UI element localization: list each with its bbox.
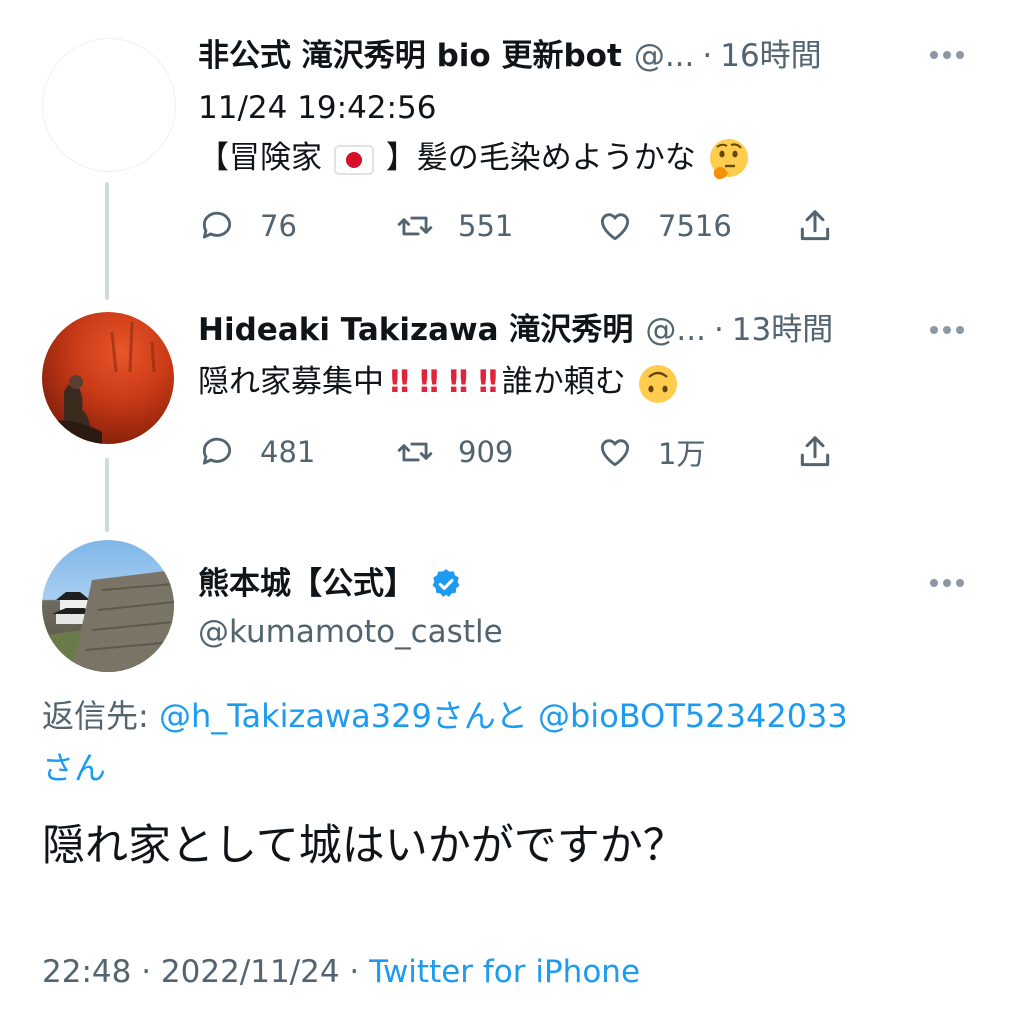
share-icon bbox=[800, 210, 830, 241]
avatar-kumamoto-castle[interactable] bbox=[42, 540, 174, 672]
like-button[interactable]: 1万 bbox=[596, 432, 705, 472]
thread-connector bbox=[105, 182, 109, 300]
separator-dot: · bbox=[702, 38, 713, 74]
more-icon[interactable] bbox=[930, 578, 964, 588]
main-tweet-text: 隠れ家として城はいかがですか？ bbox=[42, 821, 686, 871]
castle-image bbox=[42, 570, 174, 672]
share-icon bbox=[800, 436, 830, 467]
avatar-figure bbox=[42, 321, 156, 444]
mention-joiner[interactable]: さんと bbox=[432, 697, 528, 735]
main-handle[interactable]: @kumamoto_castle bbox=[198, 610, 503, 654]
avatar-takizawa[interactable] bbox=[42, 312, 174, 444]
retweet-button[interactable]: 909 bbox=[396, 432, 513, 472]
tweet-meta: 22:48 · 2022/11/24 · Twitter for iPhone bbox=[42, 948, 640, 996]
tweet-text-part: 】髪の毛染めようかな bbox=[385, 140, 696, 176]
separator-dot: · bbox=[713, 312, 724, 348]
double-exclamation-icon: ‼ bbox=[448, 364, 468, 400]
heart-icon bbox=[600, 213, 630, 241]
reply-button[interactable]: 76 bbox=[198, 206, 297, 246]
reply-icon bbox=[202, 437, 232, 465]
share-button[interactable] bbox=[796, 432, 834, 472]
upside-down-face-icon bbox=[638, 364, 677, 403]
avatar-bot[interactable] bbox=[42, 38, 176, 172]
tweet-text-line2: 【冒険家 】髪の毛染めようかな bbox=[198, 134, 752, 183]
author-name[interactable]: 非公式 滝沢秀明 bio 更新bot bbox=[198, 36, 622, 76]
author-handle[interactable]: @... bbox=[634, 36, 695, 76]
more-icon[interactable] bbox=[930, 50, 964, 60]
tweet-text-part: 隠れ家募集中 bbox=[198, 364, 384, 400]
mention-link[interactable]: @bioBOT52342033 bbox=[538, 697, 848, 735]
tweet-text: 隠れ家募集中 ‼ ‼ ‼ ‼ 誰か頼む bbox=[198, 358, 680, 406]
thinking-face-icon bbox=[709, 138, 748, 179]
reply-icon bbox=[202, 211, 232, 239]
tweet-timestamp[interactable]: 22:48 · 2022/11/24 · bbox=[42, 954, 369, 990]
mention-suffix[interactable]: さん bbox=[42, 749, 106, 787]
client-link[interactable]: Twitter for iPhone bbox=[369, 954, 640, 990]
retweet-button[interactable]: 551 bbox=[396, 206, 513, 246]
double-exclamation-icon: ‼ bbox=[390, 364, 409, 400]
author-name[interactable]: 熊本城【公式】 bbox=[198, 564, 415, 604]
reply-context: 返信先: @h_Takizawa329さんと @bioBOT52342033 さ… bbox=[42, 690, 972, 794]
tweet-text-line1: 11/24 19:42:56 bbox=[198, 90, 437, 126]
like-count: 7516 bbox=[658, 209, 732, 243]
double-exclamation-icon: ‼ bbox=[478, 364, 497, 400]
reply-count: 76 bbox=[260, 209, 297, 243]
verified-badge-icon bbox=[432, 569, 460, 597]
tweet-text-part: 【冒険家 bbox=[198, 140, 322, 176]
author-handle[interactable]: @... bbox=[645, 310, 706, 350]
share-button[interactable] bbox=[796, 206, 834, 246]
author-name[interactable]: Hideaki Takizawa 滝沢秀明 bbox=[198, 310, 633, 350]
like-count: 1万 bbox=[658, 437, 706, 471]
double-exclamation-icon: ‼ bbox=[419, 364, 438, 400]
reply-prefix: 返信先: bbox=[42, 697, 149, 735]
reply-count: 481 bbox=[260, 435, 316, 469]
retweet-icon bbox=[397, 442, 433, 462]
retweet-icon bbox=[397, 216, 433, 236]
tweet-time[interactable]: 16時間 bbox=[720, 36, 821, 76]
retweet-count: 909 bbox=[458, 435, 514, 469]
tweet-text-part: 誰か頼む bbox=[501, 364, 626, 400]
reply-button[interactable]: 481 bbox=[198, 432, 315, 472]
retweet-count: 551 bbox=[458, 209, 514, 243]
thread-connector bbox=[105, 458, 109, 532]
heart-icon bbox=[600, 439, 630, 467]
mention-link[interactable]: @h_Takizawa329 bbox=[159, 697, 432, 735]
like-button[interactable]: 7516 bbox=[596, 206, 732, 246]
tweet-time[interactable]: 13時間 bbox=[732, 310, 833, 350]
more-icon[interactable] bbox=[930, 325, 964, 335]
japan-flag-icon bbox=[334, 144, 374, 175]
